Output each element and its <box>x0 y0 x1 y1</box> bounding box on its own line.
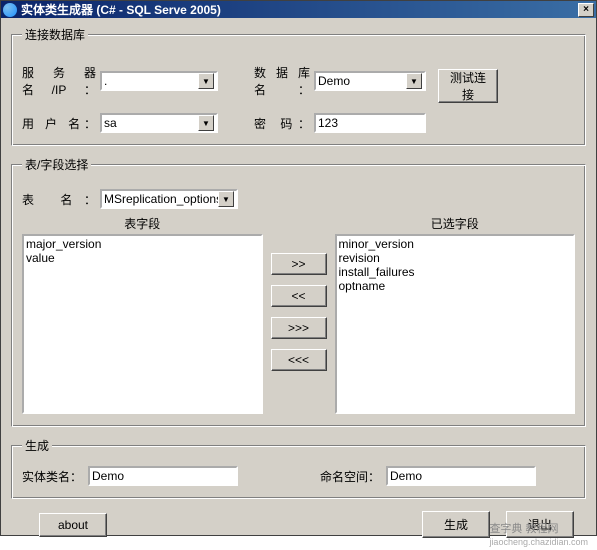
app-window: 实体类生成器 (C# - SQL Serve 2005) × 连接数据库 服务器… <box>0 0 597 536</box>
list-item[interactable]: optname <box>339 279 572 293</box>
add-button[interactable]: >> <box>271 253 327 275</box>
chevron-down-icon: ▼ <box>198 115 214 131</box>
right-list-header: 已选字段 <box>335 215 576 232</box>
generate-button[interactable]: 生成 <box>422 511 490 538</box>
user-label: 用 户 名 <box>22 115 100 132</box>
group-table-fields: 表/字段选择 表 名 MSreplication_options ▼ 表字段 m… <box>11 156 586 427</box>
group-generate: 生成 实体类名： 命名空间： <box>11 437 586 499</box>
titlebar: 实体类生成器 (C# - SQL Serve 2005) × <box>1 1 596 18</box>
pwd-label: 密 码 <box>254 115 314 132</box>
watermark-main: 查字典 教程网 <box>489 523 558 535</box>
legend-generate: 生成 <box>22 437 52 454</box>
available-fields-list[interactable]: major_versionvalue <box>22 234 263 414</box>
db-value: Demo <box>318 74 406 88</box>
user-value: sa <box>104 116 198 130</box>
watermark: 查字典 教程网 jiaocheng.chazidian.com <box>489 520 588 548</box>
legend-table: 表/字段选择 <box>22 156 91 173</box>
namespace-input[interactable] <box>386 466 536 486</box>
server-label: 服务器名/IP <box>22 64 100 98</box>
group-connection: 连接数据库 服务器名/IP . ▼ 数据库名 Demo ▼ 测试连接 用 户 名 <box>11 26 586 146</box>
about-button[interactable]: about <box>39 513 107 537</box>
table-combo[interactable]: MSreplication_options ▼ <box>100 189 238 209</box>
list-item[interactable]: install_failures <box>339 265 572 279</box>
watermark-sub: jiaocheng.chazidian.com <box>489 537 588 547</box>
chevron-down-icon: ▼ <box>218 191 234 207</box>
table-value: MSreplication_options <box>104 192 218 206</box>
client-area: 连接数据库 服务器名/IP . ▼ 数据库名 Demo ▼ 测试连接 用 户 名 <box>1 18 596 550</box>
legend-connection: 连接数据库 <box>22 26 88 43</box>
server-combo[interactable]: . ▼ <box>100 71 218 91</box>
table-label: 表 名 <box>22 191 100 208</box>
selected-fields-list[interactable]: minor_versionrevisioninstall_failuresopt… <box>335 234 576 414</box>
namespace-label: 命名空间： <box>320 468 380 485</box>
list-item[interactable]: minor_version <box>339 237 572 251</box>
db-label: 数据库名 <box>254 64 314 98</box>
add-all-button[interactable]: >>> <box>271 317 327 339</box>
remove-button[interactable]: << <box>271 285 327 307</box>
class-name-input[interactable] <box>88 466 238 486</box>
server-value: . <box>104 74 198 88</box>
chevron-down-icon: ▼ <box>406 73 422 89</box>
window-title: 实体类生成器 (C# - SQL Serve 2005) <box>21 1 578 18</box>
left-list-header: 表字段 <box>22 215 263 232</box>
test-connection-button[interactable]: 测试连接 <box>438 69 498 103</box>
db-combo[interactable]: Demo ▼ <box>314 71 426 91</box>
list-item[interactable]: revision <box>339 251 572 265</box>
remove-all-button[interactable]: <<< <box>271 349 327 371</box>
close-button[interactable]: × <box>578 3 594 17</box>
password-input[interactable] <box>314 113 426 133</box>
class-label: 实体类名： <box>22 468 82 485</box>
app-icon <box>3 3 17 17</box>
user-combo[interactable]: sa ▼ <box>100 113 218 133</box>
list-item[interactable]: major_version <box>26 237 259 251</box>
list-item[interactable]: value <box>26 251 259 265</box>
chevron-down-icon: ▼ <box>198 73 214 89</box>
